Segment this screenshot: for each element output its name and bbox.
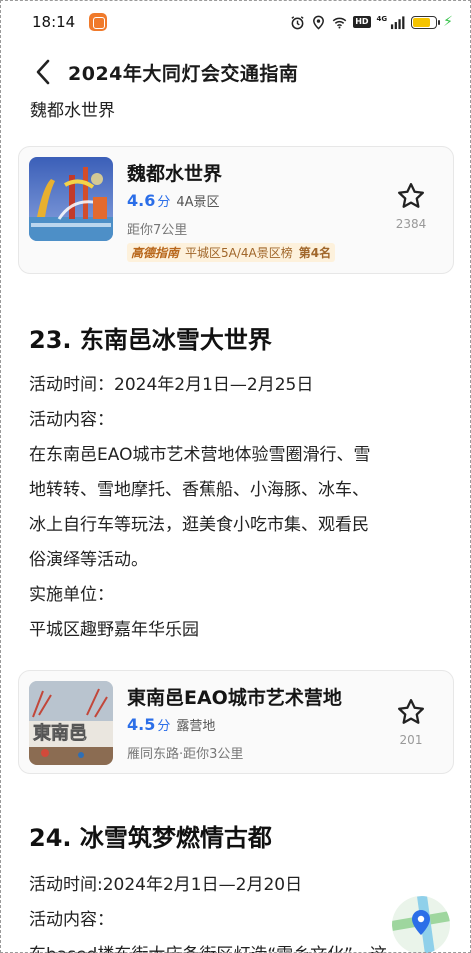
- poi-rating-row: 4.5 分 露营地: [127, 715, 215, 734]
- page-title: 2024年大同灯会交通指南: [68, 62, 299, 85]
- battery-icon: [411, 15, 441, 29]
- activity-time: 活动时间:2024年2月1日—2月20日: [29, 875, 303, 895]
- section-24-body: 活动时间:2024年2月1日—2月20日 活动内容： 东based楼东街大庆备街…: [29, 868, 447, 953]
- section-23-body: 活动时间：2024年2月1日—2月25日 活动内容： 在东南邑EAO城市艺术营地…: [29, 368, 447, 648]
- favorite-count: 2384: [395, 217, 427, 231]
- poi-rating-row: 4.6 分 4A景区: [127, 191, 220, 210]
- status-time: 18:14: [32, 13, 76, 31]
- poi-score-unit: 分: [157, 195, 171, 210]
- star-icon: [398, 183, 424, 208]
- floating-map-button[interactable]: [392, 896, 450, 953]
- wifi-icon: [332, 17, 347, 28]
- poi-type: 露营地: [176, 719, 216, 734]
- poi-score: 4.5: [127, 715, 156, 734]
- activity-content-line: 冰上自行车等玩法，逛美食小吃市集、观看民: [29, 515, 369, 535]
- previous-section-tail: 魏都水世界: [30, 101, 115, 121]
- star-icon: [398, 699, 424, 724]
- section-title-24: 24. 冰雪筑梦燃情古都: [29, 824, 272, 852]
- signal-icon: [391, 15, 405, 29]
- rank-position: 第4名: [298, 246, 332, 260]
- activity-content-line: 俗演绎等活动。: [29, 550, 148, 570]
- poi-type: 4A景区: [176, 195, 220, 210]
- poi-distance: 距你7公里: [127, 223, 188, 238]
- signal-label: 4G: [376, 14, 388, 23]
- map-pin-icon: [392, 896, 450, 953]
- poi-name: 魏都水世界: [127, 163, 223, 185]
- hd-icon: HD: [353, 16, 371, 28]
- poi-score-unit: 分: [157, 719, 171, 734]
- organizer-name: 平城区趣野嘉年华乐园: [29, 620, 199, 640]
- chevron-left-icon: [36, 59, 50, 85]
- section-title-23: 23. 东南邑冰雪大世界: [29, 326, 272, 354]
- poi-card-dongnanyi-eao[interactable]: 東南邑 東南邑EAO城市艺术营地 4.5 分 露营地 雁同东路·距你3公里 20…: [18, 670, 454, 774]
- top-nav-bar: 2024年大同灯会交通指南: [0, 52, 471, 92]
- activity-content-label: 活动内容：: [29, 910, 114, 930]
- campsite-photo: 東南邑: [29, 681, 113, 765]
- favorite-count: 201: [399, 733, 423, 747]
- favorite-button[interactable]: 201: [389, 697, 433, 747]
- activity-content-line: 地转转、雪地摩托、香蕉船、小海豚、冰车、: [29, 480, 369, 500]
- location-icon: [313, 15, 325, 30]
- poi-name: 東南邑EAO城市艺术营地: [127, 687, 342, 709]
- activity-content-line: 东based楼东街大庆备街区灯造“雪乡文化”，这: [29, 938, 447, 953]
- poi-score: 4.6: [127, 191, 156, 210]
- poi-card-weidu-water-world[interactable]: 魏都水世界 4.6 分 4A景区 距你7公里 高德指南 平城区5A/4A景区榜 …: [18, 146, 454, 274]
- status-icons: HD 4G ⚡: [290, 14, 453, 30]
- rank-tag: 高德指南: [131, 246, 180, 260]
- activity-time: 活动时间：2024年2月1日—2月25日: [29, 375, 314, 395]
- app-notification-icon: [89, 13, 108, 31]
- poi-rank-badge[interactable]: 高德指南 平城区5A/4A景区榜 第4名: [127, 243, 336, 262]
- favorite-button[interactable]: 2384: [389, 181, 433, 231]
- status-bar: 18:14 HD 4G ⚡: [0, 0, 471, 44]
- back-button[interactable]: [28, 57, 58, 87]
- poi-thumbnail[interactable]: [29, 157, 113, 241]
- svg-text:東南邑: 東南邑: [33, 722, 87, 744]
- charging-icon: ⚡: [443, 14, 453, 30]
- poi-distance: 雁同东路·距你3公里: [127, 747, 244, 762]
- rank-list-name: 平城区5A/4A景区榜: [185, 246, 293, 260]
- waterpark-photo: [29, 157, 113, 241]
- poi-thumbnail[interactable]: 東南邑: [29, 681, 113, 765]
- activity-content-line: 在东南邑EAO城市艺术营地体验雪圈滑行、雪: [29, 445, 371, 465]
- alarm-icon: [291, 15, 304, 29]
- organizer-label: 实施单位：: [29, 585, 114, 605]
- activity-content-label: 活动内容：: [29, 410, 114, 430]
